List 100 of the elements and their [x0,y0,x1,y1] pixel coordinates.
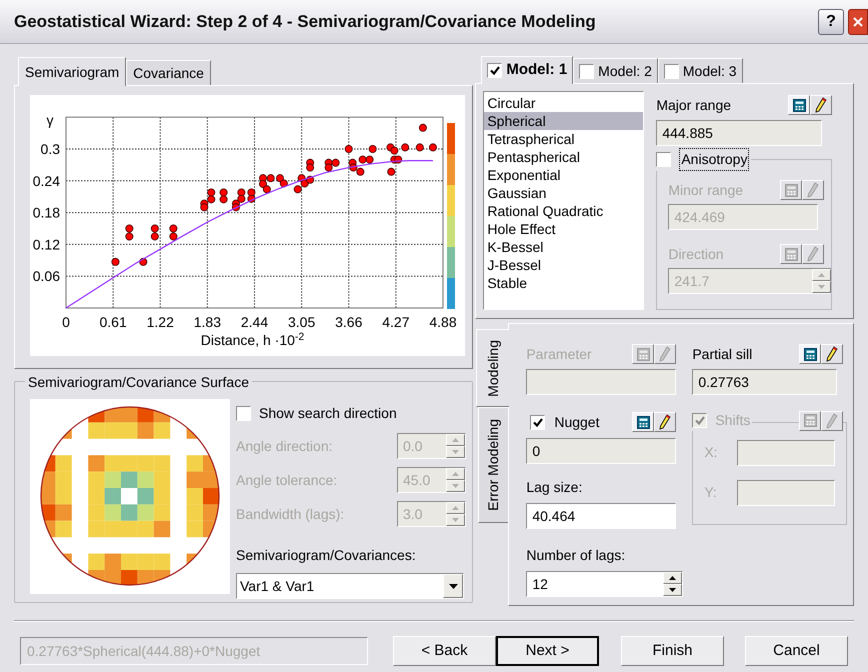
y-tick-label: 0.24 [32,172,60,189]
data-point [200,203,208,212]
checkbox-label: Shifts [715,411,750,430]
up-arrow-icon [452,506,459,510]
list-item[interactable]: Rational Quadratic [484,202,644,220]
pencil-icon [659,346,672,362]
data-point [387,168,396,176]
y-tick-label: 0.3 [40,141,60,157]
calculator-icon [636,348,650,360]
dialog-button[interactable]: Cancel [745,636,848,666]
data-point [169,232,178,240]
list-item[interactable]: Stable [484,274,644,292]
field-label: Major range [656,96,732,115]
x-axis-label: Distance, h ·10$^{-2}$ [200,331,304,349]
spin-up-button[interactable] [663,572,682,584]
calculator-button[interactable] [632,412,654,432]
spin-down-button[interactable] [663,584,682,596]
help-button[interactable]: ? [818,8,844,34]
field-label: Lag size: [526,479,582,495]
down-arrow-icon [452,484,459,488]
input-field[interactable] [526,369,676,395]
dialog-button[interactable]: Next > [496,636,599,666]
up-arrow-icon [669,576,676,580]
checkbox-label: Nugget [554,412,600,432]
data-point [207,195,216,204]
tab[interactable]: Model: 1 [481,56,574,84]
checkmark-icon [532,418,543,426]
pencil-icon [815,97,828,113]
edit-button[interactable] [810,95,832,115]
checkbox[interactable] [579,64,594,78]
y-tick-label: 0.18 [32,204,60,221]
dialog-button[interactable]: Finish [621,636,724,666]
input-field[interactable] [737,480,836,506]
field-label: X: [704,444,718,460]
close-button[interactable] [848,8,868,34]
data-point [368,145,377,153]
checkbox[interactable] [656,152,672,167]
checkbox[interactable] [664,64,679,78]
field-label: Angle tolerance: [236,470,338,490]
list-item[interactable]: Tetraspherical [484,130,644,148]
tab[interactable]: Error Modeling [478,407,508,523]
dropdown-arrow-icon [448,584,458,588]
field-label: Bandwidth (lags): [236,504,344,524]
field-label: Minor range [668,180,744,200]
edit-button[interactable] [654,412,676,432]
data-point [358,156,367,164]
calculator-icon [636,416,650,428]
tab[interactable]: Model: 3 [658,58,743,83]
x-tick-label: 3.05 [288,314,316,330]
calculator-icon [792,98,806,112]
input-field[interactable]: 0.27763 [692,369,838,395]
down-arrow-icon [669,588,676,592]
input-field[interactable]: 444.885 [656,120,822,146]
tab[interactable]: Modeling [476,329,510,407]
data-point [111,258,120,266]
checkbox[interactable] [487,63,502,78]
field-label: Y: [704,484,717,500]
data-point [324,164,333,172]
calculator-button[interactable] [788,95,810,115]
pencil-icon [807,182,820,198]
data-point [428,143,437,152]
data-point [306,164,314,172]
tab[interactable]: Model: 2 [573,58,658,83]
close-icon [853,16,863,26]
list-item[interactable]: K-Bessel [484,238,644,256]
pencil-icon [826,346,838,362]
y-axis-label: γ [46,112,54,128]
data-point [418,124,427,132]
pencil-icon [659,414,672,430]
input-field[interactable] [737,440,836,466]
x-tick-label: 0.61 [100,314,127,330]
input-field[interactable]: 40.464 [526,503,676,529]
field-label: Partial sill [692,344,752,364]
edit-button[interactable] [821,344,844,364]
data-point [262,185,271,194]
data-point [150,232,159,240]
calculator-icon [784,248,798,260]
x-tick-label: 4.88 [429,314,457,330]
dropdown[interactable]: Var1 & Var1 [236,573,464,599]
up-arrow-icon [452,438,459,442]
checkbox[interactable] [236,406,251,420]
list-item[interactable]: Hole Effect [484,220,644,238]
list-item[interactable]: Exponential [484,166,644,184]
input-field[interactable]: 12 [526,571,684,597]
list-item[interactable]: Spherical [484,112,644,130]
checkbox-label: Anisotropy [679,148,750,171]
tab[interactable]: Covariance [126,60,211,85]
tab[interactable]: Semivariogram [18,57,126,86]
checkmark-icon [490,66,500,75]
list-item[interactable]: Gaussian [484,184,644,202]
list-item[interactable]: Circular [484,94,644,112]
input-field[interactable]: 0 [526,438,676,464]
data-point [125,232,134,240]
dialog-button[interactable]: < Back [393,636,496,666]
window-title: Geostatistical Wizard: Step 2 of 4 - Semivariogram/Covariance Modeling [14,10,597,33]
list-item[interactable]: J-Bessel [484,256,644,274]
list-item[interactable]: Pentaspherical [484,148,644,166]
checkbox[interactable] [530,414,546,430]
calculator-button[interactable] [799,344,822,364]
data-point [237,188,246,196]
